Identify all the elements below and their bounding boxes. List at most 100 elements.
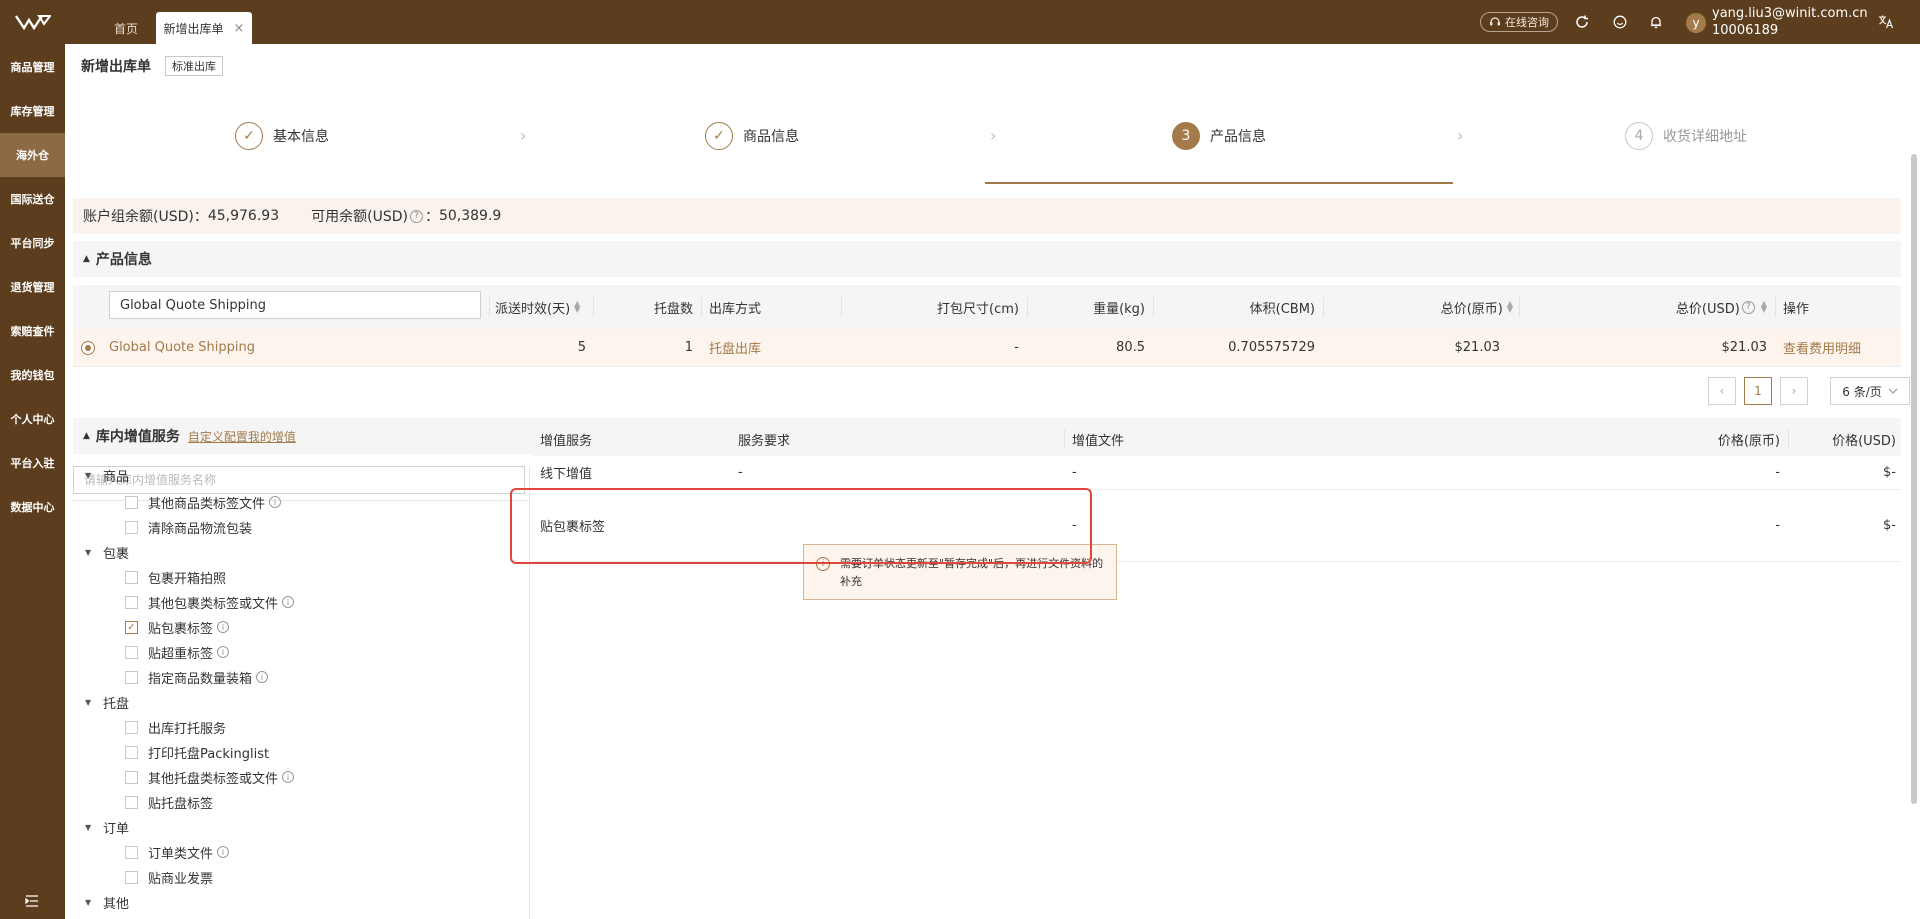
table-row[interactable]: Global Quote Shipping 5 1 托盘出库 - 80.5 0.… bbox=[73, 329, 1901, 367]
tree-item-label: 贴包裹标签 bbox=[148, 621, 214, 637]
tree-item[interactable]: ✓ 贴包裹标签 i bbox=[125, 616, 230, 638]
translate-icon[interactable] bbox=[1877, 13, 1895, 31]
tree-item[interactable]: 指定商品数量装箱 i bbox=[125, 666, 269, 688]
product-name[interactable]: Global Quote Shipping bbox=[109, 329, 469, 366]
tree-item[interactable]: 出库打托服务 bbox=[125, 716, 226, 738]
tree-item-label: 清除商品物流包装 bbox=[148, 521, 253, 537]
sidebar-item-overseas-warehouse[interactable]: 海外仓 bbox=[0, 133, 65, 177]
step-goods-info[interactable]: ✓ 商品信息 bbox=[705, 88, 799, 184]
tree-group-pallet[interactable]: ▼ 托盘 bbox=[85, 691, 129, 713]
online-consult-button[interactable]: 在线咨询 bbox=[1480, 12, 1558, 32]
sidebar-item-data-center[interactable]: 数据中心 bbox=[0, 485, 65, 529]
tree-item[interactable]: 贴托盘标签 bbox=[125, 791, 213, 813]
help-icon[interactable]: ? bbox=[409, 209, 423, 223]
avatar[interactable]: y bbox=[1686, 13, 1706, 33]
product-name-input[interactable] bbox=[109, 291, 481, 319]
tree-item-label: 包裹开箱拍照 bbox=[148, 571, 227, 587]
page-size-select[interactable]: 6 条/页 bbox=[1830, 377, 1910, 405]
checkbox[interactable] bbox=[125, 670, 138, 684]
group-balance-value: 45,976.93 bbox=[207, 208, 280, 224]
col-days[interactable]: 派送时效(天) ▲ ▼ bbox=[495, 285, 587, 329]
user-email[interactable]: yang.liu3@winit.com.cn bbox=[1712, 6, 1868, 21]
info-icon[interactable]: i bbox=[217, 646, 230, 658]
tree-item[interactable]: 其他托盘类标签或文件 i bbox=[125, 766, 295, 788]
vas-search-input[interactable] bbox=[73, 466, 525, 494]
next-page-button[interactable]: › bbox=[1780, 377, 1808, 405]
tree-group-label: 商品 bbox=[103, 469, 130, 485]
tree-group-goods[interactable]: ▼ 商品 bbox=[85, 464, 129, 486]
cell-price-orig: - bbox=[1775, 465, 1780, 480]
tree-item[interactable]: 贴商业发票 bbox=[125, 866, 213, 888]
sidebar-item-profile[interactable]: 个人中心 bbox=[0, 397, 65, 441]
checkbox-checked[interactable]: ✓ bbox=[125, 620, 138, 634]
tab-home[interactable]: 首页 bbox=[96, 12, 156, 44]
col-total-usd[interactable]: 总价(USD)? ▲ ▼ bbox=[1519, 285, 1767, 329]
checkbox[interactable] bbox=[125, 595, 138, 609]
page-number-button[interactable]: 1 bbox=[1744, 377, 1772, 405]
info-icon[interactable]: i bbox=[282, 596, 295, 608]
caret-down-icon: ▲ bbox=[83, 431, 90, 441]
view-fee-details-link[interactable]: 查看费用明细 bbox=[1783, 329, 1893, 366]
top-bar: 首页 新增出库单 × 在线咨询 y yang.liu3@winit.com.cn… bbox=[0, 0, 1920, 44]
step-label: 产品信息 bbox=[1210, 129, 1266, 145]
sort-icon: ▲ ▼ bbox=[1760, 299, 1767, 314]
main-content: 新增出库单 标准出库 ✓ 基本信息 › ✓ 商品信息 › 3 产品信息 › 4 … bbox=[65, 44, 1920, 919]
info-icon[interactable]: i bbox=[269, 496, 282, 508]
menu-collapse-icon[interactable] bbox=[22, 891, 42, 911]
smile-icon[interactable] bbox=[1611, 13, 1629, 31]
tree-item[interactable]: 包裹开箱拍照 bbox=[125, 566, 226, 588]
sidebar-item-platform-join[interactable]: 平台入驻 bbox=[0, 441, 65, 485]
checkbox[interactable] bbox=[125, 645, 138, 659]
tree-item[interactable]: 其他包裹类标签或文件 i bbox=[125, 591, 295, 613]
checkbox[interactable] bbox=[125, 770, 138, 784]
prev-page-button[interactable]: ‹ bbox=[1708, 377, 1736, 405]
checkbox[interactable] bbox=[125, 845, 138, 859]
checkbox[interactable] bbox=[125, 520, 138, 534]
tab-new-outbound[interactable]: 新增出库单 × bbox=[156, 12, 252, 44]
step-address[interactable]: 4 收货详细地址 bbox=[1625, 88, 1747, 184]
winit-logo[interactable] bbox=[0, 0, 65, 44]
cell-requirement: - bbox=[738, 465, 743, 480]
product-section-header[interactable]: ▲ 产品信息 bbox=[73, 241, 1901, 277]
checkbox[interactable] bbox=[125, 795, 138, 809]
bell-icon[interactable] bbox=[1647, 13, 1665, 31]
sidebar-item-inventory[interactable]: 库存管理 bbox=[0, 89, 65, 133]
sidebar-item-claims[interactable]: 索赔查件 bbox=[0, 309, 65, 353]
info-icon[interactable]: i bbox=[217, 846, 230, 858]
tree-item[interactable]: 打印托盘Packinglist bbox=[125, 741, 269, 763]
tree-item[interactable]: 其他商品类标签文件 i bbox=[125, 491, 282, 513]
close-icon[interactable]: × bbox=[234, 21, 245, 36]
tree-group-parcel[interactable]: ▼ 包裹 bbox=[85, 541, 129, 563]
sidebar-item-label: 平台入驻 bbox=[10, 457, 55, 470]
checkbox[interactable] bbox=[125, 720, 138, 734]
tree-item-label: 打印托盘Packinglist bbox=[148, 746, 270, 762]
sidebar-item-intl-delivery[interactable]: 国际送仓 bbox=[0, 177, 65, 221]
checkbox[interactable] bbox=[125, 570, 138, 584]
refresh-icon[interactable] bbox=[1573, 13, 1591, 31]
help-icon[interactable]: ? bbox=[1741, 300, 1755, 314]
step-product-info[interactable]: 3 产品信息 bbox=[1172, 88, 1266, 184]
caret-down-icon: ▼ bbox=[85, 547, 92, 557]
selected-radio[interactable] bbox=[81, 341, 95, 355]
sidebar-item-platform-sync[interactable]: 平台同步 bbox=[0, 221, 65, 265]
checkbox[interactable] bbox=[125, 870, 138, 884]
step-basic-info[interactable]: ✓ 基本信息 bbox=[235, 88, 329, 184]
tree-item[interactable]: 清除商品物流包装 bbox=[125, 516, 252, 538]
vertical-scrollbar[interactable] bbox=[1911, 154, 1917, 804]
sidebar-item-wallet[interactable]: 我的钱包 bbox=[0, 353, 65, 397]
tree-item[interactable]: 订单类文件 i bbox=[125, 841, 230, 863]
tree-group-order[interactable]: ▼ 订单 bbox=[85, 816, 129, 838]
tree-item[interactable]: 贴超重标签 i bbox=[125, 641, 230, 663]
info-icon[interactable]: i bbox=[217, 621, 230, 633]
col-pallets: 托盘数 bbox=[593, 285, 693, 329]
col-total-orig[interactable]: 总价(原币) ▲ ▼ bbox=[1323, 285, 1513, 329]
configure-vas-link[interactable]: 自定义配置我的增值 bbox=[188, 428, 296, 445]
tree-group-other[interactable]: ▼ 其他 bbox=[85, 891, 129, 913]
checkbox[interactable] bbox=[125, 495, 138, 509]
col-weight-label: 重量(kg) bbox=[1093, 301, 1145, 317]
sidebar-item-products[interactable]: 商品管理 bbox=[0, 45, 65, 89]
info-icon[interactable]: i bbox=[256, 671, 269, 683]
info-icon[interactable]: i bbox=[282, 771, 295, 783]
checkbox[interactable] bbox=[125, 745, 138, 759]
sidebar-item-returns[interactable]: 退货管理 bbox=[0, 265, 65, 309]
